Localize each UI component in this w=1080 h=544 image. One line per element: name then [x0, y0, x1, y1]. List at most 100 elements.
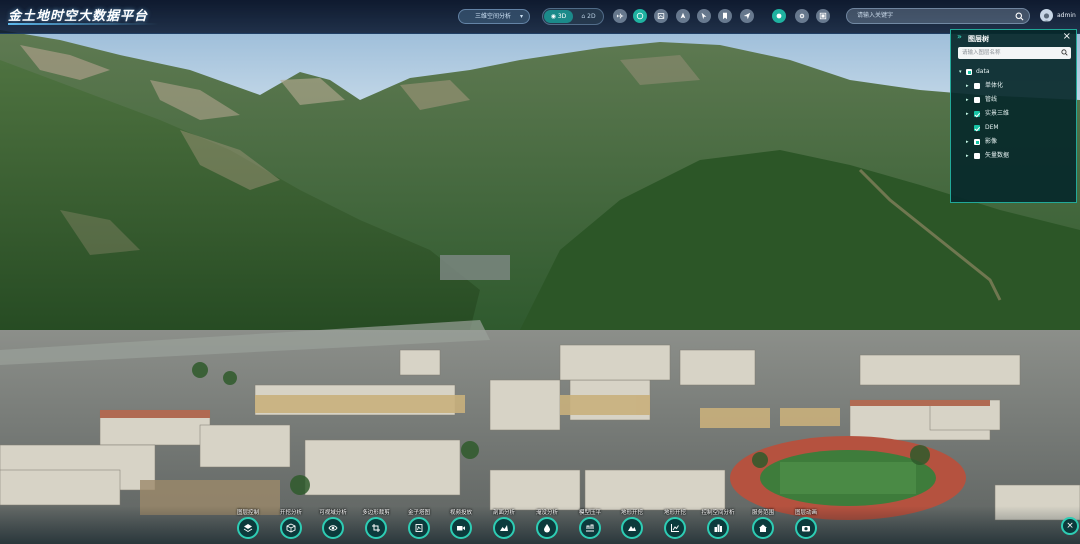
tool-layer-control[interactable]: 图层控制: [225, 506, 271, 544]
tree-node-pipeline[interactable]: ▸ 管线: [951, 94, 1078, 106]
layer-checkbox[interactable]: [974, 153, 980, 159]
layer-checkbox[interactable]: [974, 139, 980, 145]
eye-icon: [328, 525, 338, 531]
panel-header: » 图层树 ×: [951, 30, 1076, 46]
cube-icon: [286, 523, 296, 533]
tool-spatial-control[interactable]: 控制空间分析: [695, 506, 741, 544]
expand-arrow-icon[interactable]: ▸: [966, 108, 969, 120]
tree-node-imagery[interactable]: ▸ 影像: [951, 136, 1078, 148]
double-chevron-icon[interactable]: »: [957, 32, 962, 41]
mode-2d-label: 2D: [587, 13, 596, 20]
tree-node-label: 单体化: [985, 82, 1004, 89]
tool-button[interactable]: [621, 517, 643, 539]
panel-title: 图层树: [968, 35, 989, 43]
map-3d-viewport[interactable]: [0, 0, 1080, 544]
layers-tool-button[interactable]: [772, 9, 786, 23]
airplane-tool-button[interactable]: [613, 9, 627, 23]
tool-button[interactable]: [707, 517, 729, 539]
pin-tool-button[interactable]: [676, 9, 690, 23]
tool-label: 多边形裁剪: [362, 510, 390, 516]
layer-search-input[interactable]: 请输入图层名称: [958, 47, 1071, 59]
tool-terrain-dig[interactable]: 地形开挖: [609, 506, 655, 544]
tree-node-reality-3d[interactable]: ▸ 实景三维: [951, 108, 1078, 120]
search-icon[interactable]: [1015, 12, 1024, 21]
window-tool-button[interactable]: [816, 9, 830, 23]
close-icon: ×: [1066, 521, 1074, 531]
layer-search-placeholder: 请输入图层名称: [962, 50, 1001, 56]
tree-node-data[interactable]: ▾ data: [951, 66, 1078, 78]
user-avatar[interactable]: [1040, 9, 1053, 22]
globe-tool-button[interactable]: [633, 9, 647, 23]
cursor-tool-button[interactable]: [697, 9, 711, 23]
tool-button[interactable]: [408, 517, 430, 539]
username-label[interactable]: admin: [1057, 12, 1076, 19]
home-icon: [759, 524, 767, 532]
pin-icon: [680, 12, 686, 19]
tool-excavation[interactable]: 开挖分析: [268, 506, 314, 544]
layer-checkbox[interactable]: [974, 83, 980, 89]
expand-arrow-icon[interactable]: ▸: [966, 150, 969, 162]
image-tool-button[interactable]: [654, 9, 668, 23]
search-icon[interactable]: [1061, 49, 1068, 56]
tool-button[interactable]: [493, 517, 515, 539]
tree-node-vector[interactable]: ▸ 矢量数据: [951, 150, 1078, 162]
tool-button[interactable]: [536, 517, 558, 539]
tool-button[interactable]: [365, 517, 387, 539]
tree-node-monomer[interactable]: ▸ 单体化: [951, 80, 1078, 92]
tool-service-range[interactable]: 服务范围: [740, 506, 786, 544]
layer-checkbox[interactable]: [974, 97, 980, 103]
send-tool-button[interactable]: [740, 9, 754, 23]
tool-terrain-dig-2[interactable]: 地形开挖: [652, 506, 698, 544]
tool-button[interactable]: [579, 517, 601, 539]
layer-checkbox[interactable]: [974, 125, 980, 131]
expand-arrow-icon[interactable]: ▸: [966, 136, 969, 148]
tool-label: 图层控制: [236, 510, 259, 516]
profile-icon: [500, 525, 508, 531]
close-toolbar-button[interactable]: ×: [1061, 517, 1079, 535]
tool-video[interactable]: 视频投放: [438, 506, 484, 544]
mode-2d-button[interactable]: ⌂ 2D: [574, 10, 603, 23]
pyramid-icon: [415, 524, 423, 532]
crop-icon: [372, 524, 380, 532]
tree-node-dem[interactable]: DEM: [951, 122, 1078, 134]
tool-layer-animation[interactable]: 图层动画: [783, 506, 829, 544]
send-icon: [743, 12, 751, 20]
tool-polygon-clip[interactable]: 多边形裁剪: [353, 506, 399, 544]
chevron-down-icon: ▾: [519, 13, 523, 20]
bookmark-tool-button[interactable]: [718, 9, 732, 23]
app-title: 金土地时空大数据平台: [8, 9, 149, 24]
flatten-icon: [586, 524, 594, 532]
tool-model-flatten[interactable]: 模型压平: [567, 506, 613, 544]
layers-icon: [243, 524, 253, 533]
tool-button[interactable]: [450, 517, 472, 539]
layer-checkbox[interactable]: [966, 69, 972, 75]
tool-button[interactable]: [237, 517, 259, 539]
layer-checkbox[interactable]: [974, 111, 980, 117]
tool-button[interactable]: [322, 517, 344, 539]
expand-arrow-icon[interactable]: ▸: [966, 94, 969, 106]
mode-3d-button[interactable]: ◉ 3D: [544, 10, 573, 23]
tool-pyramid[interactable]: 金子塔图: [396, 506, 442, 544]
tool-label: 地形开挖: [663, 510, 686, 516]
close-icon[interactable]: ×: [1063, 31, 1071, 42]
analysis-type-select[interactable]: 三维空间分析 ▾: [458, 9, 530, 24]
tool-button[interactable]: [664, 517, 686, 539]
flood-icon: [544, 524, 550, 533]
window-icon: [819, 12, 827, 20]
tool-flood[interactable]: 淹没分析: [524, 506, 570, 544]
tool-label: 剖面分析: [492, 510, 515, 516]
expand-arrow-icon[interactable]: ▸: [966, 80, 969, 92]
expand-arrow-icon[interactable]: ▾: [959, 66, 962, 78]
tool-button[interactable]: [752, 517, 774, 539]
search-input[interactable]: 请输入关键字: [846, 8, 1030, 24]
view-mode-toggle: ◉ 3D ⌂ 2D: [542, 8, 604, 25]
layers-icon: [776, 13, 782, 19]
tool-label: 地形开挖: [620, 510, 643, 516]
tool-button[interactable]: [280, 517, 302, 539]
tool-button[interactable]: [795, 517, 817, 539]
bookmark-icon: [723, 12, 727, 20]
tool-viewshed[interactable]: 可视域分析: [310, 506, 356, 544]
tool-profile[interactable]: 剖面分析: [481, 506, 527, 544]
tree-node-label: data: [976, 68, 990, 75]
settings-tool-button[interactable]: [795, 9, 809, 23]
